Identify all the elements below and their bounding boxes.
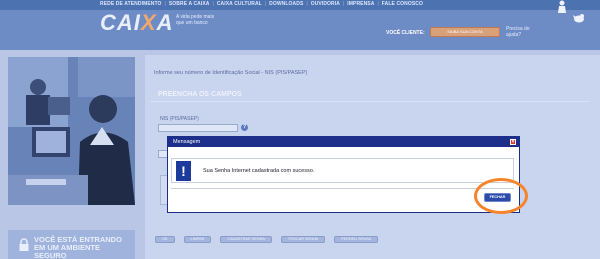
nis-hint: Informe seu número de Identificação Soci…: [154, 70, 308, 76]
help-bird-icon[interactable]: [573, 12, 585, 24]
warning-icon: !: [176, 161, 191, 181]
top-nav-links: REDE DE ATENDIMENTO | SOBRE A CAIXA | CAIX…: [100, 1, 423, 7]
nav-link-fale[interactable]: FALE CONOSCO: [382, 1, 423, 7]
nav-link-ouvidoria[interactable]: OUVIDORIA: [311, 1, 340, 7]
change-password-button[interactable]: TROCAR SENHA: [280, 236, 326, 243]
logo-tagline: A vida pede mais que um banco: [176, 14, 215, 26]
nav-link-imprensa[interactable]: IMPRENSA: [347, 1, 374, 7]
section-divider: [150, 101, 590, 102]
nav-link-rede[interactable]: REDE DE ATENDIMENTO: [100, 1, 162, 7]
message-dialog: Mensagem × ! Sua Senha Internet cadastra…: [167, 136, 520, 213]
top-nav: REDE DE ATENDIMENTO | SOBRE A CAIXA | CAIX…: [0, 0, 600, 10]
dialog-title: Mensagem: [173, 139, 201, 145]
office-scene-image: [8, 57, 135, 205]
dialog-title-bar[interactable]: Mensagem ×: [168, 137, 519, 147]
nav-link-cultural[interactable]: CAIXA CULTURAL: [217, 1, 262, 7]
helper-figure-icon: [558, 0, 566, 13]
clear-button[interactable]: LIMPAR: [183, 236, 212, 243]
office-photo: [8, 57, 135, 205]
nav-link-sobre[interactable]: SOBRE A CAIXA: [169, 1, 210, 7]
dialog-message-box: ! Sua Senha Internet cadastrada com suce…: [171, 158, 514, 183]
nav-link-downloads[interactable]: DOWNLOADS: [269, 1, 303, 7]
welcome-label: VOCÊ CLIENTE:: [386, 30, 425, 36]
dialog-message: Sua Senha Internet cadastrada com sucess…: [203, 168, 315, 174]
lost-password-button[interactable]: PERDEU SENHA: [334, 236, 379, 243]
lock-icon: [19, 238, 29, 251]
dialog-divider: [171, 188, 514, 189]
section-title: PREENCHA OS CAMPOS: [158, 91, 242, 98]
know-account-button[interactable]: SAIBA SUA CONTA: [430, 27, 500, 37]
secure-banner-text: VOCÊ ESTÁ ENTRANDO EM UM AMBIENTE SEGURO: [34, 235, 122, 259]
nis-input[interactable]: [158, 124, 238, 132]
close-icon[interactable]: ×: [510, 139, 516, 145]
help-text[interactable]: Precisa de ajuda?: [506, 26, 536, 38]
secure-banner: VOCÊ ESTÁ ENTRANDO EM UM AMBIENTE SEGURO: [8, 230, 135, 259]
close-button-highlight: [474, 178, 528, 214]
nis-label: NIS (PIS/PASEP): [160, 116, 199, 122]
nis-help-icon[interactable]: ?: [241, 124, 248, 131]
register-password-button[interactable]: CADASTRAR SENHA: [220, 236, 272, 243]
caixa-logo[interactable]: CAIXA: [100, 10, 173, 36]
ok-button[interactable]: OK: [155, 236, 175, 243]
form-button-row: OK LIMPAR CADASTRAR SENHA TROCAR SENHA P…: [155, 236, 379, 243]
